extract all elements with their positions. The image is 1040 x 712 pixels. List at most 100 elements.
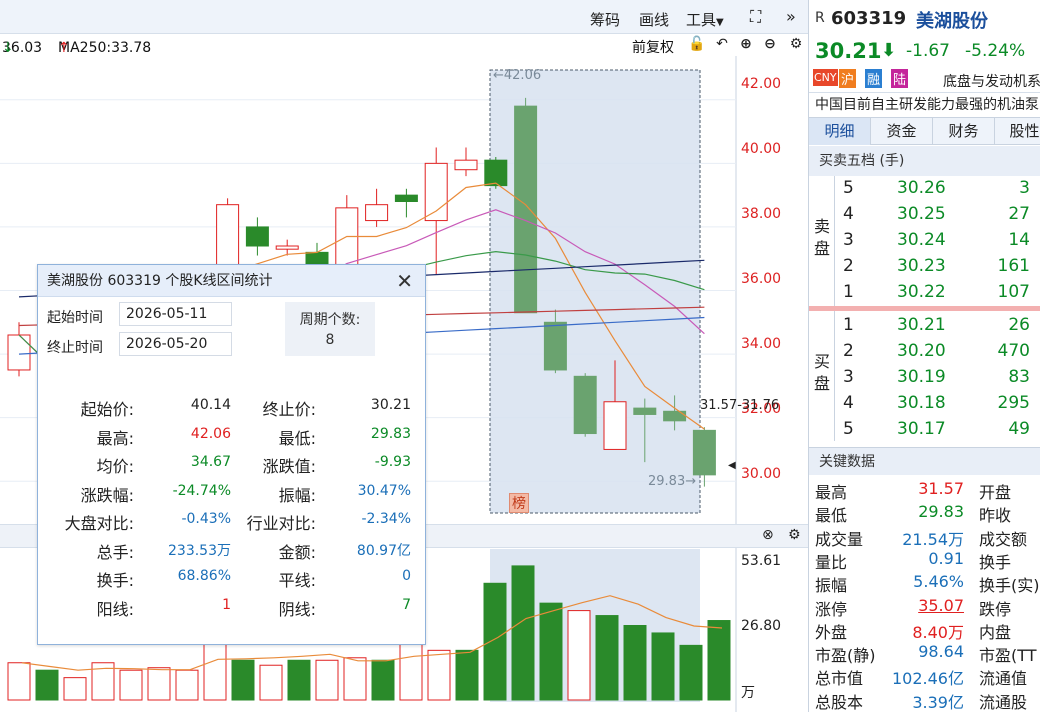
order-volume: 470 xyxy=(997,341,1030,361)
draw-line-button[interactable]: 画线 xyxy=(639,9,669,30)
kline-chart-area[interactable]: 筹码 画线 工具▼ ⛶ » 36.03 ↓ MA250:33.78 ↑ 前复权 🔓 … xyxy=(0,0,808,712)
order-price[interactable]: 30.24 xyxy=(897,230,946,250)
key-label: 总市值 xyxy=(815,669,864,689)
order-price[interactable]: 30.20 xyxy=(897,341,946,361)
key-label: 最低 xyxy=(815,506,848,526)
stat-value: 40.14 xyxy=(190,397,231,413)
stat-label: 振幅: xyxy=(278,485,316,505)
volume-bar xyxy=(707,620,731,701)
tools-button[interactable]: 工具▼ xyxy=(686,9,724,30)
close-icon[interactable]: ✕ xyxy=(396,265,413,297)
candle-body xyxy=(692,429,716,476)
margin-tag[interactable]: 融 xyxy=(865,69,883,88)
volume-bar xyxy=(7,662,31,701)
dialog-header[interactable]: 美湖股份 603319 个股K线区间统计 ✕ xyxy=(38,265,425,297)
order-price[interactable]: 30.23 xyxy=(897,256,946,276)
spread-divider xyxy=(809,306,1040,311)
tab-finance[interactable]: 财务 xyxy=(933,118,995,145)
volume-bar xyxy=(539,602,563,701)
key-label: 内盘 xyxy=(979,622,1012,642)
volume-bar xyxy=(287,659,311,701)
restore-right-button[interactable]: 前复权 xyxy=(632,37,674,57)
stat-label: 总手: xyxy=(96,542,134,562)
lock-icon[interactable]: 🔓 xyxy=(688,36,705,52)
zoom-out-icon[interactable]: ⊖ xyxy=(762,36,778,52)
down-arrow-icon: ↓ xyxy=(2,40,14,56)
order-price[interactable]: 30.21 xyxy=(897,315,946,335)
key-label: 换手 xyxy=(979,552,1012,572)
volume-bar xyxy=(483,582,507,701)
undo-icon[interactable]: ↶ xyxy=(714,36,730,52)
order-level: 2 xyxy=(843,256,854,276)
stat-value: 1 xyxy=(222,596,231,613)
candle-body xyxy=(633,407,657,415)
stat-label: 阳线: xyxy=(96,599,134,619)
stat-label: 阴线: xyxy=(278,599,316,619)
connect-tag[interactable]: 陆 xyxy=(891,69,909,88)
order-level: 1 xyxy=(843,315,854,335)
price-down-arrow-icon: ⬇ xyxy=(881,40,897,61)
zoom-in-icon[interactable]: ⊕ xyxy=(738,36,754,52)
volume-settings-gear-icon[interactable]: ⚙ xyxy=(788,527,801,543)
order-volume: 3 xyxy=(1019,178,1030,198)
order-price[interactable]: 30.26 xyxy=(897,178,946,198)
company-description: 中国目前自主研发能力最强的机油泵 xyxy=(809,92,1040,117)
key-value: 102.46亿 xyxy=(892,669,964,689)
order-price[interactable]: 30.19 xyxy=(897,367,946,387)
candle-body xyxy=(394,194,418,202)
sh-market-tag[interactable]: 沪 xyxy=(839,69,857,88)
price-tick: 30.00 xyxy=(741,466,782,482)
order-volume: 49 xyxy=(1008,419,1030,439)
order-price[interactable]: 30.25 xyxy=(897,204,946,224)
tab-detail[interactable]: 明细 xyxy=(809,118,871,145)
end-time-label: 终止时间 xyxy=(47,340,103,356)
close-volume-icon[interactable]: ⊗ xyxy=(762,527,774,543)
key-label: 总股本 xyxy=(815,692,864,712)
ma250-number: MA250:33.78 xyxy=(58,40,152,56)
order-price[interactable]: 30.17 xyxy=(897,419,946,439)
key-label: 昨收 xyxy=(979,506,1012,526)
volume-bar xyxy=(343,657,367,701)
volume-bar xyxy=(427,649,451,701)
buy-side-label: 买盘 xyxy=(814,352,831,393)
order-volume: 26 xyxy=(1008,315,1030,335)
candle-body xyxy=(454,159,478,171)
key-label: 成交额 xyxy=(979,529,1028,549)
stat-value: 233.53万 xyxy=(168,542,231,559)
order-price[interactable]: 30.22 xyxy=(897,282,946,302)
chips-button[interactable]: 筹码 xyxy=(590,9,620,30)
leaderboard-badge[interactable]: 榜 xyxy=(509,493,529,513)
stat-value: -2.34% xyxy=(361,511,411,527)
end-time-field[interactable]: 2026-05-20 xyxy=(119,332,232,356)
volume-bar xyxy=(371,659,395,701)
key-label: 流通股 xyxy=(979,692,1028,712)
volume-tick: 53.61 xyxy=(741,553,782,569)
concept-label[interactable]: 底盘与发动机系 xyxy=(943,71,1040,91)
order-level: 3 xyxy=(843,367,854,387)
tab-stock-character[interactable]: 股性 xyxy=(995,118,1040,145)
stat-value: 29.83 xyxy=(370,425,411,442)
key-label: 流通值 xyxy=(979,669,1028,689)
interval-stats-dialog[interactable]: 美湖股份 603319 个股K线区间统计 ✕ 起始时间 2026-05-11 终… xyxy=(37,264,426,645)
volume-unit: 万 xyxy=(741,685,755,701)
order-price[interactable]: 30.18 xyxy=(897,393,946,413)
cny-tag[interactable]: CNY xyxy=(813,69,838,86)
stat-label: 最高: xyxy=(96,428,134,448)
stock-code: 603319 xyxy=(831,8,907,29)
tab-funds[interactable]: 资金 xyxy=(871,118,933,145)
ma-indicator-bar: 36.03 ↓ MA250:33.78 ↑ 前复权 xyxy=(0,34,808,56)
volume-bar xyxy=(399,642,423,701)
order-volume: 295 xyxy=(997,393,1030,413)
stat-label: 涨跌幅: xyxy=(80,485,134,505)
stat-label: 换手: xyxy=(96,571,134,590)
start-time-field[interactable]: 2026-05-11 xyxy=(119,302,232,326)
settings-gear-icon[interactable]: ⚙ xyxy=(788,36,804,52)
fullscreen-icon[interactable]: ⛶ xyxy=(750,7,761,27)
candle-body xyxy=(335,207,359,272)
period-count-label: 周期个数: xyxy=(299,312,361,328)
candle-body xyxy=(484,159,508,187)
volume-bar xyxy=(315,659,339,701)
stat-label: 起始价: xyxy=(80,400,134,419)
period-count-value: 8 xyxy=(325,332,335,348)
collapse-panel-icon[interactable]: » xyxy=(786,7,796,26)
